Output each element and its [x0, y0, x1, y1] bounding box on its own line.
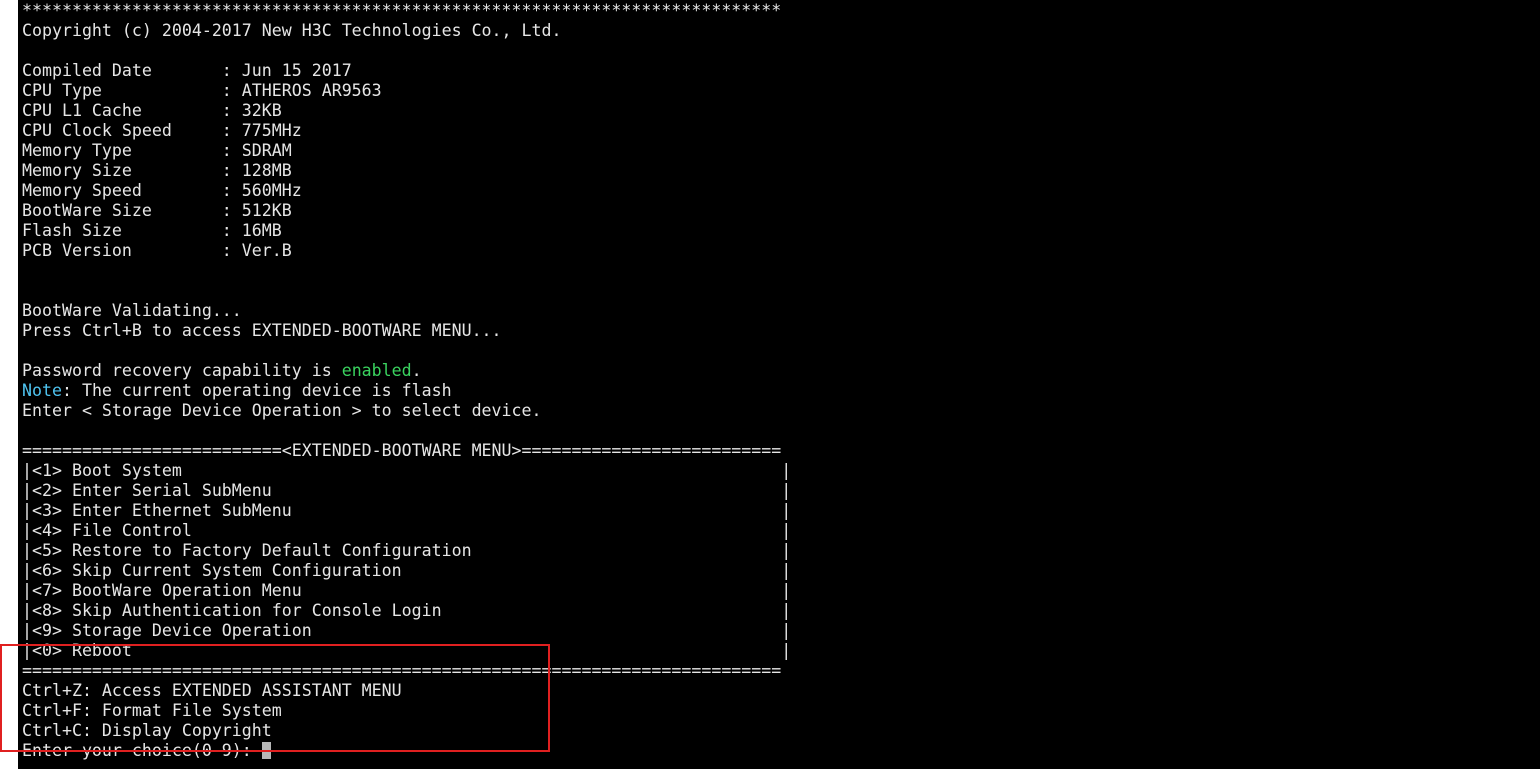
terminal-line: Memory Speed : 560MHz	[22, 181, 791, 201]
terminal-line: |<7> BootWare Operation Menu |	[22, 581, 791, 601]
terminal-line-text: CPU L1 Cache : 32KB	[22, 101, 282, 120]
terminal-line: Compiled Date : Jun 15 2017	[22, 61, 791, 81]
terminal-line: Memory Size : 128MB	[22, 161, 791, 181]
terminal-line: BootWare Size : 512KB	[22, 201, 791, 221]
terminal-line: Press Ctrl+B to access EXTENDED-BOOTWARE…	[22, 321, 791, 341]
terminal-line: |<5> Restore to Factory Default Configur…	[22, 541, 791, 561]
terminal-line: Ctrl+F: Format File System	[22, 701, 791, 721]
terminal-line-text: |<7> BootWare Operation Menu |	[22, 581, 792, 600]
terminal-line-text: |<9> Storage Device Operation |	[22, 621, 792, 640]
terminal-line-text: Memory Type : SDRAM	[22, 141, 292, 160]
terminal-line: Note: The current operating device is fl…	[22, 381, 791, 401]
terminal-line-text: CPU Clock Speed : 775MHz	[22, 121, 302, 140]
terminal-line-text: Copyright (c) 2004-2017 New H3C Technolo…	[22, 21, 562, 40]
terminal-line: CPU Type : ATHEROS AR9563	[22, 81, 791, 101]
terminal-line: PCB Version : Ver.B	[22, 241, 791, 261]
terminal-line: ========================================…	[22, 661, 791, 681]
terminal-line: Flash Size : 16MB	[22, 221, 791, 241]
terminal-line: Memory Type : SDRAM	[22, 141, 791, 161]
terminal-output: ****************************************…	[22, 1, 791, 761]
terminal-line-text: Ctrl+C: Display Copyright	[22, 721, 272, 740]
terminal-line: |<9> Storage Device Operation |	[22, 621, 791, 641]
terminal-line-text: Memory Size : 128MB	[22, 161, 292, 180]
terminal-line-text: Press Ctrl+B to access EXTENDED-BOOTWARE…	[22, 321, 502, 340]
terminal-line-text: Ctrl+Z: Access EXTENDED ASSISTANT MENU	[22, 681, 402, 700]
terminal-line-text: |<0> Reboot |	[22, 641, 792, 660]
terminal-line: Enter < Storage Device Operation > to se…	[22, 401, 791, 421]
terminal-line-text: |<1> Boot System |	[22, 461, 792, 480]
terminal-line-text: ****************************************…	[22, 1, 782, 20]
terminal-line-text: ========================================…	[22, 661, 782, 680]
terminal-line: |<1> Boot System |	[22, 461, 791, 481]
terminal-line-text: : The current operating device is flash	[61, 381, 452, 400]
terminal-line: |<6> Skip Current System Configuration |	[22, 561, 791, 581]
screenshot-frame: ****************************************…	[0, 0, 1540, 775]
status-enabled-text: enabled	[341, 361, 412, 380]
terminal-line: CPU Clock Speed : 775MHz	[22, 121, 791, 141]
terminal-line: |<2> Enter Serial SubMenu |	[22, 481, 791, 501]
terminal-line: Ctrl+C: Display Copyright	[22, 721, 791, 741]
terminal-line: ****************************************…	[22, 1, 791, 21]
terminal-line-text: Enter your choice(0-9):	[22, 741, 262, 760]
terminal-line-text: CPU Type : ATHEROS AR9563	[22, 81, 382, 100]
terminal-line-text: ==========================<EXTENDED-BOOT…	[22, 441, 782, 460]
terminal-line: |<3> Enter Ethernet SubMenu |	[22, 501, 791, 521]
terminal-line-suffix: .	[411, 361, 422, 380]
terminal-line-text: |<3> Enter Ethernet SubMenu |	[22, 501, 792, 520]
terminal-line: |<0> Reboot |	[22, 641, 791, 661]
terminal-line: CPU L1 Cache : 32KB	[22, 101, 791, 121]
terminal-line-text: Memory Speed : 560MHz	[22, 181, 302, 200]
terminal-line-text: Compiled Date : Jun 15 2017	[22, 61, 352, 80]
terminal-line-text: Password recovery capability is	[22, 361, 342, 380]
note-label: Note	[22, 381, 62, 400]
terminal-line-text: Flash Size : 16MB	[22, 221, 282, 240]
terminal-line: BootWare Validating...	[22, 301, 791, 321]
terminal-line-text: BootWare Validating...	[22, 301, 242, 320]
terminal-line-text: |<2> Enter Serial SubMenu |	[22, 481, 792, 500]
terminal-line-text: |<5> Restore to Factory Default Configur…	[22, 541, 792, 560]
terminal-line-text: Enter < Storage Device Operation > to se…	[22, 401, 542, 420]
terminal-line: Enter your choice(0-9):	[22, 741, 791, 761]
terminal-line-text: Ctrl+F: Format File System	[22, 701, 282, 720]
terminal-line: |<8> Skip Authentication for Console Log…	[22, 601, 791, 621]
terminal-line: ==========================<EXTENDED-BOOT…	[22, 441, 791, 461]
terminal-window[interactable]: ****************************************…	[18, 0, 1540, 769]
terminal-line: Copyright (c) 2004-2017 New H3C Technolo…	[22, 21, 791, 41]
terminal-line-text: |<6> Skip Current System Configuration |	[22, 561, 792, 580]
terminal-line-text: BootWare Size : 512KB	[22, 201, 292, 220]
terminal-line: Password recovery capability is enabled.	[22, 361, 791, 381]
terminal-line: |<4> File Control |	[22, 521, 791, 541]
terminal-line-text: |<4> File Control |	[22, 521, 792, 540]
input-cursor[interactable]	[261, 742, 271, 759]
terminal-line-text: |<8> Skip Authentication for Console Log…	[22, 601, 792, 620]
terminal-line-text: PCB Version : Ver.B	[22, 241, 292, 260]
terminal-line: Ctrl+Z: Access EXTENDED ASSISTANT MENU	[22, 681, 791, 701]
